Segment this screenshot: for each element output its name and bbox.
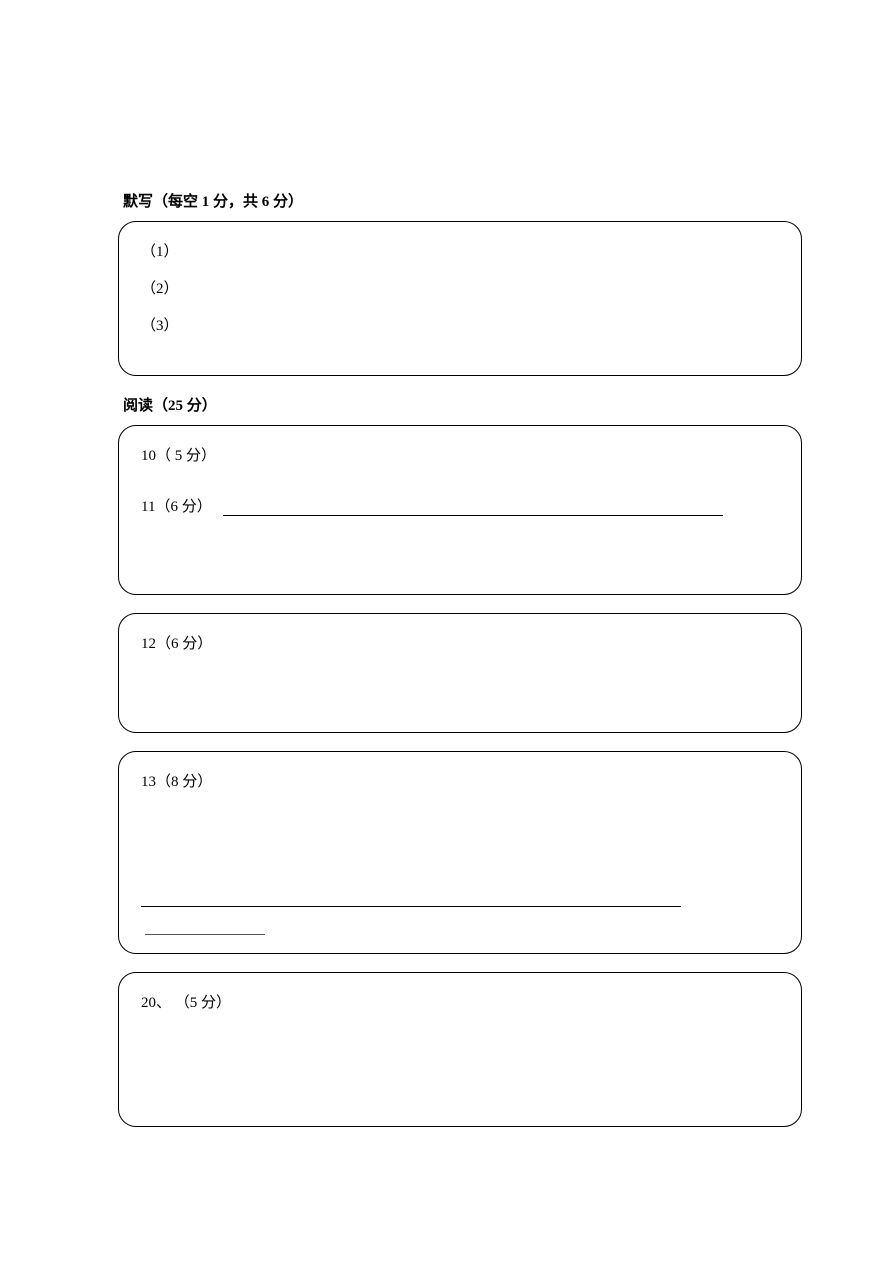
dictation-item-2[interactable]: （2） — [141, 277, 779, 298]
answer-box-q13: 13（8 分） — [118, 751, 802, 954]
dictation-item-3[interactable]: （3） — [141, 314, 779, 335]
question-10-label: 10（ 5 分） — [141, 444, 216, 465]
section-title-reading: 阅读（25 分） — [118, 394, 802, 415]
question-13-label: 13（8 分） — [141, 770, 212, 791]
question-11-label: 11（6 分） — [141, 495, 212, 516]
question-13-answer-line-tail[interactable] — [145, 934, 265, 935]
answer-box-q20: 20、 （5 分） — [118, 972, 802, 1127]
question-11-answer-line[interactable] — [223, 515, 723, 516]
question-12-label: 12（6 分） — [141, 632, 212, 653]
answer-box-dictation: （1） （2） （3） — [118, 221, 802, 376]
dictation-item-1[interactable]: （1） — [141, 240, 779, 261]
answer-box-q12: 12（6 分） — [118, 613, 802, 733]
section-title-dictation: 默写（每空 1 分，共 6 分） — [118, 190, 802, 211]
answer-box-q10-q11: 10（ 5 分） 11（6 分） — [118, 425, 802, 595]
question-13-answer-line-1[interactable] — [141, 906, 681, 907]
question-20-label: 20、 （5 分） — [141, 991, 231, 1012]
